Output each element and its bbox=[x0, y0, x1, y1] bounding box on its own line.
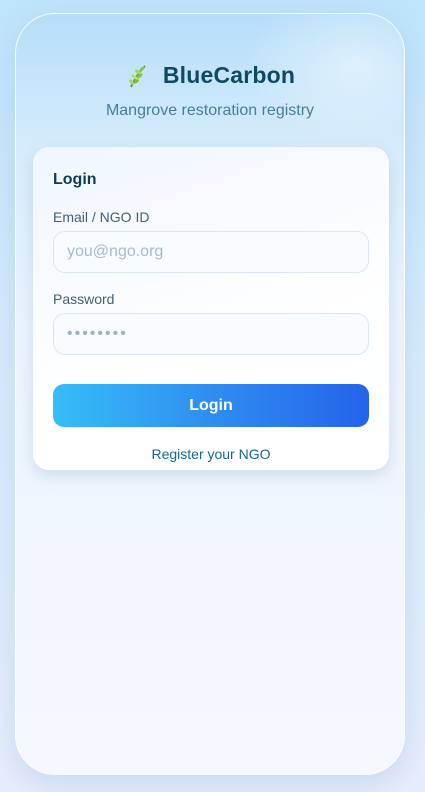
email-label: Email / NGO ID bbox=[53, 209, 150, 225]
email-field[interactable] bbox=[53, 231, 369, 273]
register-ngo-link[interactable]: Register your NGO bbox=[33, 446, 389, 462]
app-title: BlueCarbon bbox=[162, 62, 296, 88]
app-screen: BlueCarbon Mangrove restoration registry… bbox=[15, 13, 405, 775]
app-header: BlueCarbon bbox=[16, 62, 404, 89]
login-button[interactable]: Login bbox=[53, 384, 369, 427]
password-label: Password bbox=[53, 291, 115, 307]
password-field[interactable] bbox=[53, 313, 369, 355]
app-subtitle: Mangrove restoration registry bbox=[105, 102, 315, 119]
leaf-icon bbox=[125, 63, 151, 89]
login-card: Login Email / NGO ID Password Login Regi… bbox=[33, 147, 389, 470]
login-card-title: Login bbox=[53, 171, 97, 188]
